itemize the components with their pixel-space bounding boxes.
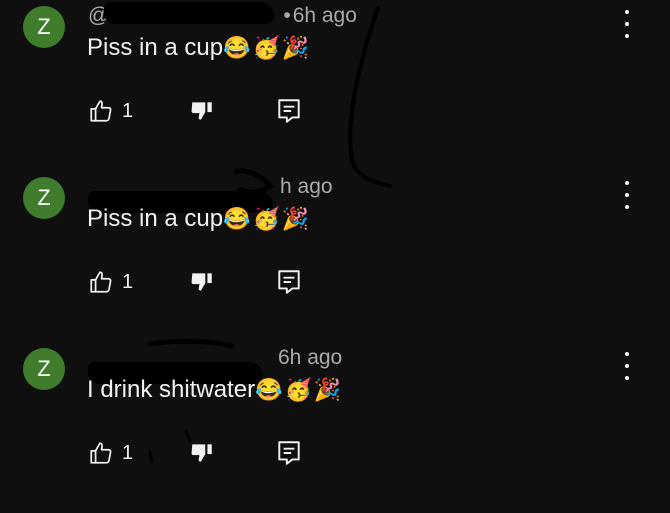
- reply-button[interactable]: [276, 438, 302, 468]
- comment-text: Piss in a cup😂🥳🎉: [87, 34, 311, 62]
- reply-button[interactable]: [276, 267, 302, 297]
- comment-body: I drink shitwater: [87, 376, 256, 403]
- comment-meta: @ •6h ago: [88, 2, 357, 32]
- like-count: 1: [122, 270, 134, 293]
- thumbs-down-icon: [191, 444, 212, 462]
- dislike-button[interactable]: [188, 438, 216, 468]
- comment-text: Piss in a cup😂🥳🎉: [87, 205, 311, 233]
- more-vert-icon: [625, 181, 629, 185]
- comment-body: Piss in a cup: [87, 205, 224, 232]
- like-count: 1: [122, 441, 134, 464]
- comment-item: Z h ago Piss in a cup😂🥳🎉 1: [0, 171, 670, 342]
- dislike-button[interactable]: [188, 96, 216, 126]
- reply-button[interactable]: [276, 96, 302, 126]
- comment-meta: h ago: [88, 175, 333, 213]
- comment-actions: 1: [88, 438, 388, 470]
- dislike-button[interactable]: [188, 267, 216, 297]
- reply-comment-icon: [278, 99, 300, 123]
- thumbs-down-icon: [191, 273, 212, 291]
- more-vert-icon: [625, 10, 629, 14]
- thumbs-up-icon: [90, 100, 112, 122]
- comment-time[interactable]: 6h ago: [293, 4, 357, 27]
- author-handle[interactable]: @: [88, 2, 274, 28]
- redaction-scribble: [104, 2, 274, 24]
- reply-comment-icon: [278, 270, 300, 294]
- like-button[interactable]: 1: [88, 438, 133, 468]
- like-button[interactable]: 1: [88, 96, 133, 126]
- comment-time[interactable]: 6h ago: [278, 346, 342, 369]
- comment-emojis: 😂🥳🎉: [255, 377, 344, 402]
- avatar[interactable]: Z: [23, 177, 65, 219]
- meta-separator: •: [283, 4, 291, 27]
- comment-time[interactable]: h ago: [280, 175, 333, 198]
- more-actions-button[interactable]: [620, 181, 634, 209]
- comment-meta: 6h ago: [88, 346, 342, 384]
- comment-text: I drink shitwater😂🥳🎉: [87, 376, 343, 404]
- comment-actions: 1: [88, 96, 388, 128]
- more-vert-icon: [625, 352, 629, 356]
- more-actions-button[interactable]: [620, 10, 634, 38]
- thumbs-up-icon: [90, 442, 112, 464]
- reply-comment-icon: [278, 441, 300, 465]
- thumbs-up-icon: [90, 271, 112, 293]
- comment-item: Z 6h ago I drink shitwater😂🥳🎉 1: [0, 342, 670, 513]
- avatar[interactable]: Z: [23, 6, 65, 48]
- like-count: 1: [122, 99, 134, 122]
- comment-item: Z @ •6h ago Piss in a cup😂🥳🎉 1: [0, 0, 670, 171]
- more-actions-button[interactable]: [620, 352, 634, 380]
- comment-actions: 1: [88, 267, 388, 299]
- comment-emojis: 😂🥳🎉: [223, 206, 312, 231]
- avatar[interactable]: Z: [23, 348, 65, 390]
- thumbs-down-icon: [191, 102, 212, 120]
- like-button[interactable]: 1: [88, 267, 133, 297]
- comment-emojis: 😂🥳🎉: [223, 35, 312, 60]
- comment-body: Piss in a cup: [87, 34, 224, 61]
